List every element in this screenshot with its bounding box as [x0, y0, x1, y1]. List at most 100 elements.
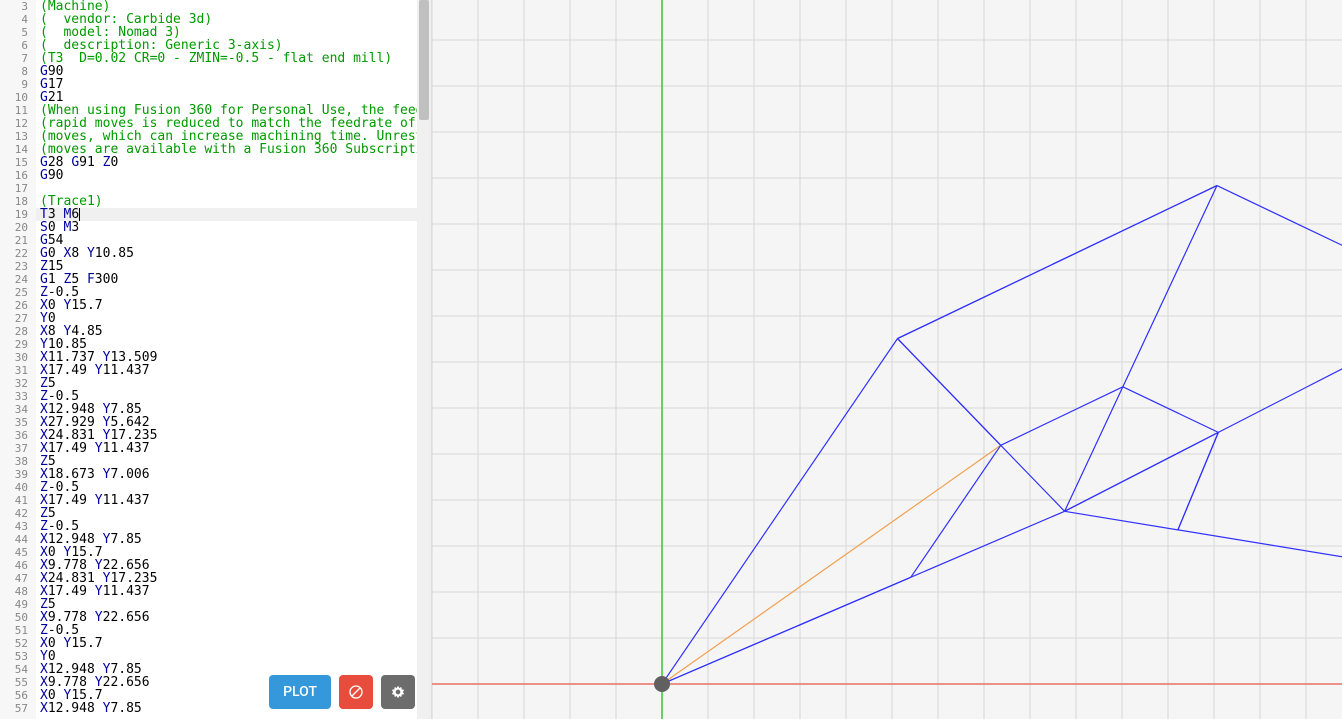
editor-gutter: 3456789101112131415161718192021222324252…: [0, 0, 36, 719]
toolpath-viewer[interactable]: [432, 0, 1342, 719]
line-number: 31: [0, 364, 36, 377]
cut-segment: [1065, 432, 1219, 511]
code-line[interactable]: G28 G91 Z0: [36, 156, 431, 169]
line-number: 16: [0, 169, 36, 182]
cut-segment: [1065, 511, 1342, 560]
line-number: 45: [0, 546, 36, 559]
line-number: 26: [0, 299, 36, 312]
cut-segment: [662, 511, 1065, 684]
line-number: 24: [0, 273, 36, 286]
line-number: 14: [0, 143, 36, 156]
line-number: 50: [0, 611, 36, 624]
line-number: 23: [0, 260, 36, 273]
line-number: 8: [0, 65, 36, 78]
line-number: 7: [0, 52, 36, 65]
code-line[interactable]: X17.49 Y11.437: [36, 442, 431, 455]
origin-marker: [654, 676, 670, 692]
line-number: 25: [0, 286, 36, 299]
code-line[interactable]: S0 M3: [36, 221, 431, 234]
line-number: 4: [0, 13, 36, 26]
line-number: 29: [0, 338, 36, 351]
code-line[interactable]: Z5: [36, 507, 431, 520]
line-number: 43: [0, 520, 36, 533]
cut-segment: [1001, 387, 1123, 445]
line-number: 13: [0, 130, 36, 143]
line-number: 17: [0, 182, 36, 195]
line-number: 28: [0, 325, 36, 338]
line-number: 22: [0, 247, 36, 260]
line-number: 10: [0, 91, 36, 104]
line-number: 39: [0, 468, 36, 481]
line-number: 51: [0, 624, 36, 637]
line-number: 36: [0, 429, 36, 442]
line-number: 56: [0, 689, 36, 702]
line-number: 34: [0, 403, 36, 416]
line-number: 44: [0, 533, 36, 546]
code-line[interactable]: X8 Y4.85: [36, 325, 431, 338]
code-line[interactable]: X18.673 Y7.006: [36, 468, 431, 481]
line-number: 40: [0, 481, 36, 494]
code-line[interactable]: G90: [36, 169, 431, 182]
line-number: 6: [0, 39, 36, 52]
code-line[interactable]: X17.49 Y11.437: [36, 364, 431, 377]
line-number: 5: [0, 26, 36, 39]
line-number: 35: [0, 416, 36, 429]
code-line[interactable]: G0 X8 Y10.85: [36, 247, 431, 260]
line-number: 57: [0, 702, 36, 715]
plot-button[interactable]: PLOT: [269, 675, 331, 709]
line-number: 53: [0, 650, 36, 663]
gcode-editor[interactable]: 3456789101112131415161718192021222324252…: [0, 0, 432, 719]
cut-segment: [662, 339, 898, 684]
cut-segment: [1218, 305, 1342, 433]
no-symbol-icon: [348, 684, 364, 700]
line-number: 37: [0, 442, 36, 455]
code-line[interactable]: (T3 D=0.02 CR=0 - ZMIN=-0.5 - flat end m…: [36, 52, 431, 65]
editor-scrollbar-thumb[interactable]: [419, 0, 429, 120]
code-line[interactable]: X0 Y15.7: [36, 637, 431, 650]
line-number: 33: [0, 390, 36, 403]
line-number: 9: [0, 78, 36, 91]
code-line[interactable]: (Trace1): [36, 195, 431, 208]
stop-button[interactable]: [339, 675, 373, 709]
line-number: 20: [0, 221, 36, 234]
line-number: 32: [0, 377, 36, 390]
settings-button[interactable]: [381, 675, 415, 709]
line-number: 27: [0, 312, 36, 325]
editor-scrollbar[interactable]: [417, 0, 431, 719]
code-line[interactable]: G17: [36, 78, 431, 91]
code-line[interactable]: X17.49 Y11.437: [36, 494, 431, 507]
code-line[interactable]: X0 Y15.7: [36, 299, 431, 312]
line-number: 48: [0, 585, 36, 598]
gear-icon: [390, 684, 406, 700]
code-line[interactable]: X9.778 Y22.656: [36, 611, 431, 624]
editor-code[interactable]: (Machine)( vendor: Carbide 3d)( model: N…: [36, 0, 431, 719]
line-number: 46: [0, 559, 36, 572]
line-number: 30: [0, 351, 36, 364]
code-line[interactable]: G1 Z5 F300: [36, 273, 431, 286]
line-number: 18: [0, 195, 36, 208]
line-number: 47: [0, 572, 36, 585]
line-number: 41: [0, 494, 36, 507]
cut-segment: [1217, 186, 1342, 305]
line-number: 49: [0, 598, 36, 611]
code-line[interactable]: T3 M6: [36, 208, 431, 221]
toolpath-canvas[interactable]: [432, 0, 1342, 719]
line-number: 15: [0, 156, 36, 169]
cut-segment: [898, 339, 1065, 512]
cut-segment: [1178, 432, 1218, 529]
line-number: 55: [0, 676, 36, 689]
line-number: 38: [0, 455, 36, 468]
line-number: 12: [0, 117, 36, 130]
line-number: 3: [0, 0, 36, 13]
line-number: 21: [0, 234, 36, 247]
line-number: 52: [0, 637, 36, 650]
line-number: 54: [0, 663, 36, 676]
rapid-segment: [662, 445, 1001, 684]
code-line[interactable]: G90: [36, 65, 431, 78]
code-line[interactable]: Z5: [36, 377, 431, 390]
cut-segment: [1065, 186, 1217, 512]
line-number: 11: [0, 104, 36, 117]
cut-segment: [1123, 387, 1218, 433]
code-line[interactable]: X17.49 Y11.437: [36, 585, 431, 598]
line-number: 19: [0, 208, 36, 221]
